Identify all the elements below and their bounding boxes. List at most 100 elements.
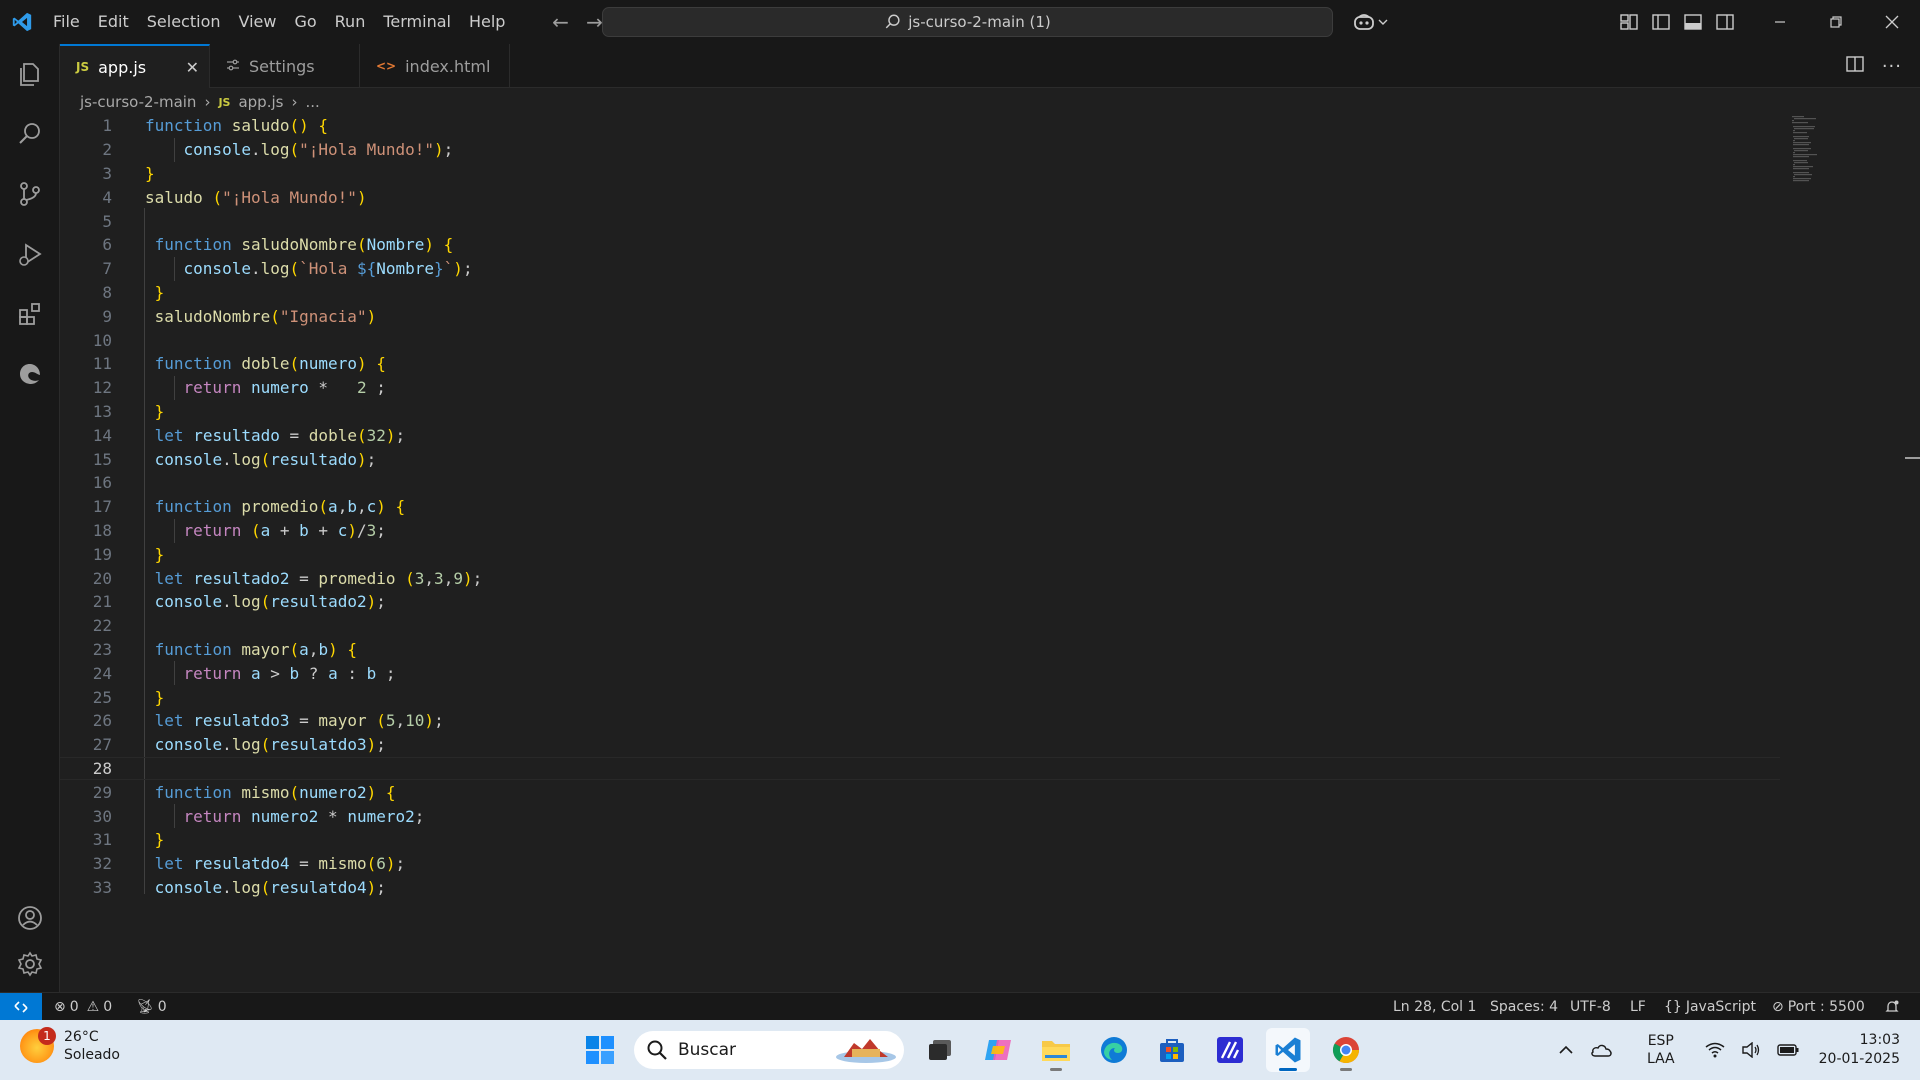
code-line[interactable]: 20 let resultado2 = promedio (3,3,9);	[60, 566, 1780, 590]
wifi-icon[interactable]	[1697, 1042, 1733, 1058]
remote-indicator-icon[interactable]	[0, 993, 42, 1021]
code-line[interactable]: 8 }	[60, 281, 1780, 305]
code-line[interactable]: 24 return a > b ? a : b ;	[60, 661, 1780, 685]
customize-layout-icon[interactable]	[1618, 8, 1640, 36]
time: 13:03	[1859, 1032, 1900, 1048]
restore-button[interactable]	[1808, 0, 1864, 44]
explorer-icon[interactable]	[0, 46, 60, 102]
notifications-bell-icon[interactable]	[1884, 993, 1900, 1021]
code-line[interactable]: 31 }	[60, 828, 1780, 852]
close-window-button[interactable]	[1864, 0, 1920, 44]
edge-devtools-icon[interactable]	[0, 346, 60, 402]
problems-indicator[interactable]: ⊗ 0 ⚠ 0	[54, 993, 112, 1021]
battery-icon[interactable]	[1769, 1043, 1807, 1057]
minimize-button[interactable]	[1752, 0, 1808, 44]
code-line[interactable]: 9 saludoNombre("Ignacia")	[60, 304, 1780, 328]
code-line[interactable]: 18 return (a + b + c)/3;	[60, 519, 1780, 543]
menu-go[interactable]: Go	[285, 0, 325, 44]
visual-studio-app-icon[interactable]	[1208, 1028, 1252, 1072]
copilot-app-icon[interactable]	[976, 1028, 1020, 1072]
end-of-line[interactable]: LF	[1630, 993, 1646, 1021]
live-server-port[interactable]: ⊘ Port : 5500	[1772, 993, 1865, 1021]
back-arrow-icon[interactable]: ←	[550, 10, 570, 34]
task-view-icon[interactable]	[918, 1028, 962, 1072]
indentation[interactable]: Spaces: 4	[1490, 993, 1558, 1021]
menu-edit[interactable]: Edit	[89, 0, 138, 44]
menu-terminal[interactable]: Terminal	[374, 0, 460, 44]
chrome-browser-icon[interactable]	[1324, 1028, 1368, 1072]
code-editor[interactable]: 1 function saludo() {2 console.log("¡Hola…	[60, 114, 1920, 992]
menu-file[interactable]: File	[44, 0, 89, 44]
menu-run[interactable]: Run	[326, 0, 375, 44]
code-line[interactable]: 33 console.log(resulatdo4);	[60, 876, 1780, 900]
input-language[interactable]: ESP LAA	[1639, 1032, 1683, 1068]
code-line[interactable]: 13 }	[60, 400, 1780, 424]
code-line[interactable]: 22	[60, 614, 1780, 638]
vscode-taskbar-icon[interactable]	[1266, 1028, 1310, 1072]
command-center-search[interactable]: js-curso-2-main (1)	[602, 7, 1333, 37]
clock[interactable]: 13:03 20-01-2025	[1807, 1031, 1920, 1069]
toggle-secondary-sidebar-icon[interactable]	[1714, 8, 1736, 36]
tab-settings[interactable]: Settings	[210, 44, 360, 88]
code-line[interactable]: 7 console.log(`Hola ${Nombre}`);	[60, 257, 1780, 281]
code-line[interactable]: 27 console.log(resulatdo3);	[60, 733, 1780, 757]
volume-icon[interactable]	[1733, 1042, 1769, 1058]
cursor-position[interactable]: Ln 28, Col 1	[1393, 993, 1476, 1021]
code-line[interactable]: 3}	[60, 162, 1780, 186]
source-control-icon[interactable]	[0, 166, 60, 222]
code-line[interactable]: 12 return numero * 2 ;	[60, 376, 1780, 400]
code-line[interactable]: 16	[60, 471, 1780, 495]
breadcrumb-file[interactable]: app.js	[238, 93, 283, 111]
code-line[interactable]: 25 }	[60, 685, 1780, 709]
code-line[interactable]: 32 let resulatdo4 = mismo(6);	[60, 852, 1780, 876]
toggle-primary-sidebar-icon[interactable]	[1650, 8, 1672, 36]
minimap[interactable]	[1790, 114, 1830, 184]
code-line[interactable]: 28	[60, 756, 1780, 781]
code-line[interactable]: 6 function saludoNombre(Nombre) {	[60, 233, 1780, 257]
run-debug-icon[interactable]	[0, 226, 60, 282]
language-mode[interactable]: {} JavaScript	[1664, 993, 1756, 1021]
code-line[interactable]: 4 saludo ("¡Hola Mundo!")	[60, 185, 1780, 209]
onedrive-cloud-icon[interactable]	[1581, 1042, 1621, 1058]
file-explorer-icon[interactable]	[1034, 1028, 1078, 1072]
encoding[interactable]: UTF-8	[1570, 993, 1611, 1021]
code-line[interactable]: 23 function mayor(a,b) {	[60, 638, 1780, 662]
menu-selection[interactable]: Selection	[138, 0, 230, 44]
code-line[interactable]: 19 }	[60, 542, 1780, 566]
taskbar-search[interactable]: Buscar	[634, 1031, 904, 1069]
code-line[interactable]: 15 console.log(resultado);	[60, 447, 1780, 471]
code-line[interactable]: 5	[60, 209, 1780, 233]
breadcrumb-folder[interactable]: js-curso-2-main	[80, 93, 196, 111]
weather-widget[interactable]: 1 26°C Soleado	[20, 1027, 120, 1064]
code-line[interactable]: 26 let resulatdo3 = mayor (5,10);	[60, 709, 1780, 733]
tab-index-html[interactable]: <> index.html	[360, 44, 510, 88]
toggle-panel-icon[interactable]	[1682, 8, 1704, 36]
extensions-icon[interactable]	[0, 286, 60, 342]
code-line[interactable]: 30 return numero2 * numero2;	[60, 804, 1780, 828]
microsoft-store-icon[interactable]	[1150, 1028, 1194, 1072]
windows-start-icon[interactable]	[580, 1030, 620, 1070]
code-line[interactable]: 21 console.log(resultado2);	[60, 590, 1780, 614]
code-line[interactable]: 14 let resultado = doble(32);	[60, 423, 1780, 447]
code-line[interactable]: 11 function doble(numero) {	[60, 352, 1780, 376]
edge-browser-icon[interactable]	[1092, 1028, 1136, 1072]
warning-count: 0	[103, 999, 113, 1015]
code-line[interactable]: 10	[60, 328, 1780, 352]
ports-indicator[interactable]: 📡︎ 0	[136, 993, 167, 1021]
menu-view[interactable]: View	[230, 0, 286, 44]
code-line[interactable]: 2 console.log("¡Hola Mundo!");	[60, 138, 1780, 162]
more-actions-icon[interactable]: ···	[1882, 56, 1902, 77]
breadcrumb-more[interactable]: ...	[305, 93, 319, 111]
menu-help[interactable]: Help	[460, 0, 514, 44]
split-editor-icon[interactable]	[1846, 56, 1864, 76]
copilot-button[interactable]	[1348, 8, 1392, 36]
vertical-scrollbar[interactable]	[1903, 114, 1920, 992]
chevron-up-icon[interactable]	[1551, 1045, 1581, 1055]
code-line[interactable]: 29 function mismo(numero2) {	[60, 780, 1780, 804]
code-line[interactable]: 17 function promedio(a,b,c) {	[60, 495, 1780, 519]
close-icon[interactable]: ✕	[186, 58, 199, 77]
search-sidebar-icon[interactable]	[0, 106, 60, 162]
code-line[interactable]: 1 function saludo() {	[60, 114, 1780, 138]
manage-gear-icon[interactable]	[0, 936, 60, 992]
tab-app-js[interactable]: JS app.js ✕	[60, 44, 210, 88]
